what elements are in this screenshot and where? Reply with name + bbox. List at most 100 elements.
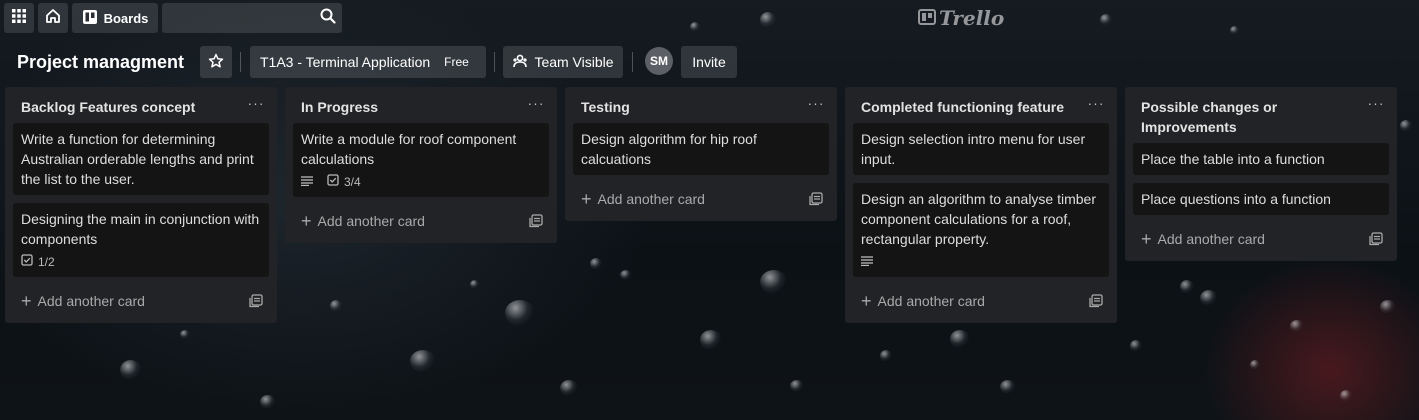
list-in-progress: In Progress ··· Write a module for roof … (285, 87, 557, 243)
add-card-label: Add another card (317, 213, 425, 229)
card[interactable]: Design selection intro menu for user inp… (853, 123, 1109, 175)
star-board-button[interactable] (200, 46, 232, 78)
card-title: Write a module for roof component calcul… (301, 131, 517, 167)
checklist-count: 1/2 (38, 255, 55, 269)
card[interactable]: Place the table into a function (1133, 143, 1389, 175)
description-icon (861, 252, 873, 272)
list-header[interactable]: Backlog Features concept ··· (13, 87, 269, 123)
create-from-template-icon[interactable] (529, 214, 543, 228)
list-title[interactable]: Testing (581, 97, 799, 117)
checklist-icon (327, 172, 339, 192)
home-icon (45, 8, 61, 29)
board-icon (82, 9, 98, 28)
description-badge (861, 252, 873, 272)
add-card-row: + Add another card (573, 183, 829, 213)
board-title[interactable]: Project managment (17, 52, 184, 73)
add-card-row: + Add another card (853, 285, 1109, 315)
boards-label: Boards (103, 10, 149, 26)
list-testing: Testing ··· Design algorithm for hip roo… (565, 87, 837, 221)
checklist-icon (21, 252, 33, 272)
add-card-button[interactable]: + Add another card (1141, 230, 1265, 248)
search-input[interactable] (168, 10, 320, 26)
checklist-badge: 3/4 (327, 172, 361, 192)
plus-icon: + (861, 291, 872, 311)
trello-logo[interactable]: Trello (918, 6, 1004, 30)
member-avatar[interactable]: SM (645, 47, 673, 75)
card[interactable]: Design algorithm for hip roof calcuation… (573, 123, 829, 175)
add-card-button[interactable]: + Add another card (301, 212, 425, 230)
list-header[interactable]: Testing ··· (573, 87, 829, 123)
plus-icon: + (301, 211, 312, 231)
home-button[interactable] (38, 3, 68, 33)
member-initials: SM (650, 54, 668, 68)
list-title[interactable]: Possible changes or Improvements (1141, 97, 1359, 137)
plan-badge: Free (444, 55, 469, 69)
list-menu-button[interactable]: ··· (245, 95, 267, 115)
create-from-template-icon[interactable] (249, 294, 263, 308)
plus-icon: + (21, 291, 32, 311)
visibility-label: Team Visible (534, 54, 614, 70)
card-badges: 3/4 (301, 173, 541, 191)
list-header[interactable]: Completed functioning feature ··· (853, 87, 1109, 123)
list-menu-button[interactable]: ··· (805, 95, 827, 115)
header-divider (240, 52, 241, 72)
description-badge (301, 172, 313, 192)
apps-menu-button[interactable] (4, 3, 34, 33)
list-menu-button[interactable]: ··· (1365, 95, 1387, 115)
create-from-template-icon[interactable] (809, 192, 823, 206)
card-badges: 1/2 (21, 253, 261, 271)
add-card-label: Add another card (37, 293, 145, 309)
grid-icon (12, 8, 26, 28)
search-box[interactable] (162, 3, 342, 33)
card[interactable]: Designing the main in conjunction with c… (13, 203, 269, 277)
checklist-count: 3/4 (344, 175, 361, 189)
add-card-label: Add another card (877, 293, 985, 309)
add-card-label: Add another card (597, 191, 705, 207)
list-backlog: Backlog Features concept ··· Write a fun… (5, 87, 277, 323)
trello-logo-icon (918, 6, 936, 30)
list-menu-button[interactable]: ··· (525, 95, 547, 115)
card-badges (861, 253, 1101, 271)
trello-logo-text: Trello (939, 6, 1005, 30)
card-title: Design an algorithm to analyse timber co… (861, 191, 1097, 247)
list-title[interactable]: Backlog Features concept (21, 97, 239, 117)
description-icon (301, 172, 313, 192)
board-header: Project managment T1A3 - Terminal Applic… (0, 44, 1419, 80)
checklist-badge: 1/2 (21, 252, 55, 272)
add-card-row: + Add another card (293, 205, 549, 235)
header-divider (494, 52, 495, 72)
card[interactable]: Write a module for roof component calcul… (293, 123, 549, 197)
list-header[interactable]: In Progress ··· (293, 87, 549, 123)
add-card-label: Add another card (1157, 231, 1265, 247)
workspace-button[interactable]: T1A3 - Terminal Application Free (250, 46, 486, 78)
list-possible-changes: Possible changes or Improvements ··· Pla… (1125, 87, 1397, 261)
team-icon (512, 54, 528, 71)
add-card-button[interactable]: + Add another card (861, 292, 985, 310)
card[interactable]: Design an algorithm to analyse timber co… (853, 183, 1109, 277)
plus-icon: + (1141, 229, 1152, 249)
add-card-row: + Add another card (13, 285, 269, 315)
top-navigation-bar: Boards Trello (0, 0, 1419, 36)
list-title[interactable]: Completed functioning feature (861, 97, 1079, 117)
visibility-button[interactable]: Team Visible (503, 46, 623, 78)
plus-icon: + (581, 189, 592, 209)
create-from-template-icon[interactable] (1369, 232, 1383, 246)
add-card-button[interactable]: + Add another card (21, 292, 145, 310)
card-title: Write a function for determining Austral… (21, 131, 254, 187)
search-icon[interactable] (320, 8, 336, 29)
boards-button[interactable]: Boards (72, 3, 158, 33)
card-title: Place questions into a function (1141, 191, 1331, 207)
card[interactable]: Place questions into a function (1133, 183, 1389, 215)
invite-label: Invite (692, 54, 726, 70)
add-card-button[interactable]: + Add another card (581, 190, 705, 208)
invite-button[interactable]: Invite (681, 46, 737, 78)
list-menu-button[interactable]: ··· (1085, 95, 1107, 115)
list-title[interactable]: In Progress (301, 97, 519, 117)
create-from-template-icon[interactable] (1089, 294, 1103, 308)
card-title: Design algorithm for hip roof calcuation… (581, 131, 757, 167)
star-icon (208, 53, 224, 72)
workspace-name: T1A3 - Terminal Application (260, 54, 431, 70)
list-header[interactable]: Possible changes or Improvements ··· (1133, 87, 1389, 143)
card[interactable]: Write a function for determining Austral… (13, 123, 269, 195)
add-card-row: + Add another card (1133, 223, 1389, 253)
